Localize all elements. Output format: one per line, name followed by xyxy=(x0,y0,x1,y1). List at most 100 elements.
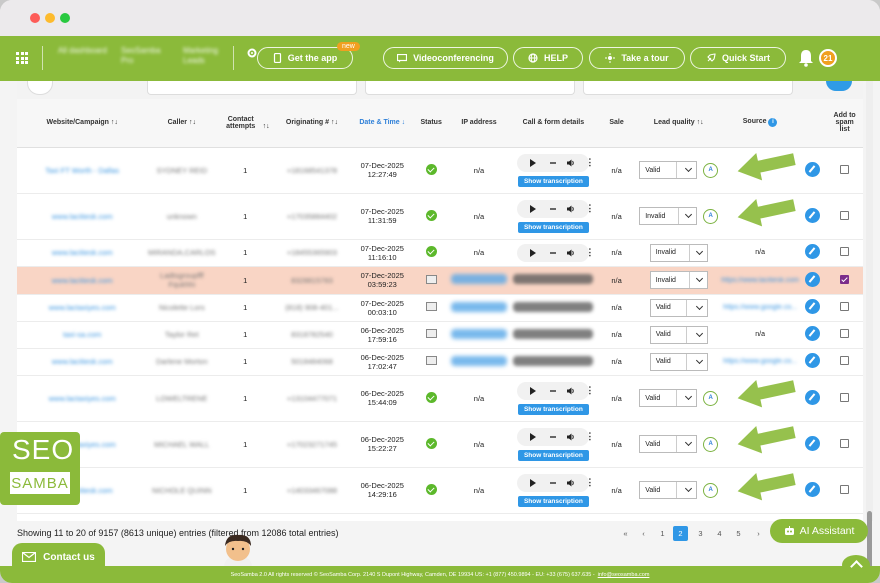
lead-quality-select[interactable]: Valid xyxy=(639,481,698,499)
apps-grid-icon[interactable] xyxy=(16,52,28,64)
add-to-spam-checkbox[interactable] xyxy=(840,329,850,338)
table-row[interactable]: www.lacitiesk.com Ladtsgroupfff Fqukhhi 1 8… xyxy=(17,266,863,295)
lead-source[interactable]: https://www.lacitiesk.com xyxy=(721,277,799,284)
col-caller[interactable]: Caller ↑↓ xyxy=(147,99,217,148)
show-transcription-button[interactable]: Show transcription xyxy=(517,221,589,233)
lead-quality-select[interactable]: Invalid xyxy=(649,271,708,289)
edit-pencil-icon[interactable] xyxy=(805,207,821,223)
add-to-spam-checkbox[interactable] xyxy=(840,247,850,256)
add-to-spam-checkbox[interactable] xyxy=(840,274,850,284)
play-icon[interactable] xyxy=(530,478,537,487)
lead-quality-select[interactable]: Valid xyxy=(649,325,708,344)
website-campaign[interactable]: www.lacitiesk.com xyxy=(52,212,113,221)
page-scrollbar[interactable] xyxy=(866,81,873,571)
show-transcription-button[interactable]: Show transcription xyxy=(517,403,589,415)
nav-item-3[interactable]: Marketing Leads xyxy=(183,46,233,66)
page-button[interactable]: 1 xyxy=(655,526,670,541)
take-a-tour-button[interactable]: Take a tour xyxy=(589,47,685,69)
maximize-window-button[interactable] xyxy=(60,13,70,23)
table-row[interactable]: www.lacitiesk.com MIRANDA,CARLOS 1 +1845536… xyxy=(17,239,863,267)
audio-player[interactable]: ⋮ xyxy=(517,381,594,400)
show-transcription-button[interactable]: Show transcription xyxy=(517,175,589,187)
page-button[interactable]: 2 xyxy=(673,526,688,541)
page-button[interactable]: 5 xyxy=(731,526,746,541)
notification-count-badge[interactable]: 21 xyxy=(819,49,837,67)
lead-source[interactable]: https://www.google.co... xyxy=(723,304,797,311)
edit-pencil-icon[interactable] xyxy=(805,244,821,259)
ai-assistant-button[interactable]: AI Assistant xyxy=(770,519,868,543)
nav-item-2[interactable]: SeoSamba Pro xyxy=(121,46,171,66)
website-campaign[interactable]: www.lacitiesk.com xyxy=(52,357,113,366)
edit-pencil-icon[interactable] xyxy=(805,271,821,287)
play-icon[interactable] xyxy=(530,158,537,167)
nav-item-1[interactable]: All dashboard xyxy=(58,46,108,56)
ai-analysis-icon[interactable]: A xyxy=(703,482,719,498)
more-options-icon[interactable]: ⋮ xyxy=(585,203,594,214)
filter-field-2[interactable] xyxy=(365,81,575,95)
minimize-window-button[interactable] xyxy=(45,13,55,23)
page-button[interactable]: 4 xyxy=(712,526,727,541)
play-icon[interactable] xyxy=(530,204,537,213)
more-options-icon[interactable]: ⋮ xyxy=(585,247,594,258)
show-transcription-button[interactable]: Show transcription xyxy=(517,495,589,507)
website-campaign[interactable]: www.lacitiesk.com xyxy=(52,248,113,257)
volume-icon[interactable] xyxy=(567,433,575,441)
website-campaign[interactable]: www.lacitiesk.com xyxy=(52,276,113,285)
website-campaign[interactable]: www.lactaxiyes.com xyxy=(49,394,116,403)
play-icon[interactable] xyxy=(530,386,537,395)
more-options-icon[interactable]: ⋮ xyxy=(585,431,594,442)
lead-quality-select[interactable]: Invalid xyxy=(639,207,698,225)
col-lead-quality[interactable]: Lead quality ↑↓ xyxy=(636,99,721,148)
add-to-spam-checkbox[interactable] xyxy=(840,356,850,365)
volume-icon[interactable] xyxy=(567,159,575,167)
lead-quality-select[interactable]: Valid xyxy=(639,435,698,453)
page-button[interactable]: › xyxy=(751,526,766,541)
col-contact-attempts[interactable]: Contact attempts ↑↓ xyxy=(216,99,275,148)
audio-player[interactable]: ⋮ xyxy=(517,153,594,172)
add-to-spam-checkbox[interactable] xyxy=(840,438,850,448)
page-button[interactable]: 3 xyxy=(693,526,708,541)
filter-field-1[interactable] xyxy=(147,81,357,95)
more-options-icon[interactable]: ⋮ xyxy=(585,385,594,396)
lead-quality-select[interactable]: Valid xyxy=(639,389,698,407)
help-button[interactable]: HELP xyxy=(513,47,583,69)
lead-quality-select[interactable]: Valid xyxy=(649,352,708,371)
email-link[interactable]: info@seosamba.com xyxy=(598,572,650,578)
add-to-spam-checkbox[interactable] xyxy=(840,392,850,402)
edit-pencil-icon[interactable] xyxy=(805,481,821,497)
lead-quality-select[interactable]: Valid xyxy=(639,161,698,179)
filter-toggle[interactable] xyxy=(27,81,53,95)
table-row[interactable]: www.lactaxiyes.com Nicolette Lors 1 (818) 9… xyxy=(17,294,863,322)
website-campaign[interactable]: taxi-sa.com xyxy=(63,330,101,339)
info-icon[interactable]: i xyxy=(768,118,778,128)
edit-pencil-icon[interactable] xyxy=(805,389,821,405)
col-website[interactable]: Website/Campaign ↑↓ xyxy=(17,99,148,148)
show-transcription-button[interactable]: Show transcription xyxy=(517,449,589,461)
edit-pencil-icon[interactable] xyxy=(805,299,821,314)
play-icon[interactable] xyxy=(530,432,537,441)
volume-icon[interactable] xyxy=(567,249,575,257)
volume-icon[interactable] xyxy=(567,205,575,213)
ai-analysis-icon[interactable]: A xyxy=(703,208,719,224)
audio-player[interactable]: ⋮ xyxy=(517,199,594,218)
quick-start-button[interactable]: Quick Start xyxy=(690,47,786,69)
website-campaign[interactable]: Taxi FT Worth - Dallas xyxy=(45,166,119,175)
more-options-icon[interactable]: ⋮ xyxy=(585,477,594,488)
ai-analysis-icon[interactable]: A xyxy=(703,436,719,452)
lead-source[interactable]: https://www.google.co... xyxy=(723,358,797,365)
edit-pencil-icon[interactable] xyxy=(805,353,821,368)
volume-icon[interactable] xyxy=(567,387,575,395)
page-button[interactable]: « xyxy=(618,526,633,541)
col-originating[interactable]: Originating # ↑↓ xyxy=(274,99,350,148)
edit-pencil-icon[interactable] xyxy=(805,161,821,177)
volume-icon[interactable] xyxy=(567,479,575,487)
more-options-icon[interactable]: ⋮ xyxy=(585,157,594,168)
support-avatar[interactable] xyxy=(218,532,258,568)
add-to-spam-checkbox[interactable] xyxy=(840,302,850,311)
audio-player[interactable]: ⋮ xyxy=(517,427,594,446)
filter-field-3[interactable] xyxy=(583,81,793,95)
table-row[interactable]: www.lacitiesk.com Darlene Morton 1 50184840… xyxy=(17,348,863,376)
ai-analysis-icon[interactable]: A xyxy=(703,162,719,178)
add-to-spam-checkbox[interactable] xyxy=(840,484,850,494)
close-window-button[interactable] xyxy=(30,13,40,23)
